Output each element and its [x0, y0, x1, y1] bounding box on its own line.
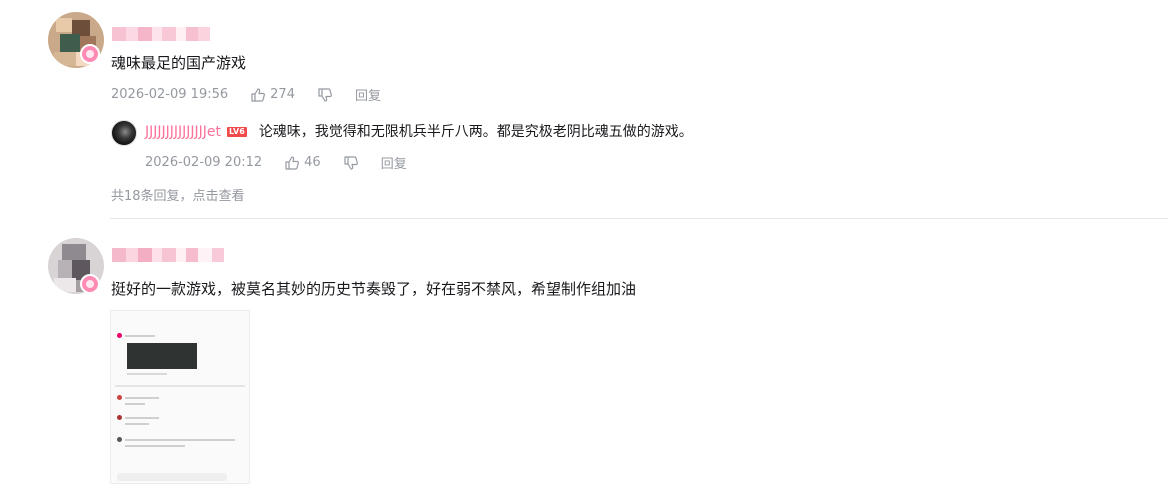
sub-like-count: 46 — [304, 155, 321, 170]
view-more-link[interactable]: 点击查看 — [193, 189, 245, 204]
thumbnail-text-line — [125, 403, 145, 405]
more-replies-count: 共18条回复， — [111, 189, 193, 204]
username-blurred[interactable] — [112, 27, 210, 41]
sub-reply-button[interactable]: 回复 — [381, 153, 407, 172]
sub-reply-username[interactable]: JJJJJJJJJJJJJJJet — [145, 121, 221, 143]
attached-image[interactable] — [110, 310, 250, 484]
comment-divider — [110, 218, 1168, 219]
thumbnail-text-line — [125, 397, 159, 399]
sub-dislike-button[interactable] — [343, 155, 359, 171]
username-blurred[interactable] — [112, 248, 224, 262]
pink-badge-icon — [80, 274, 100, 294]
sub-reply: JJJJJJJJJJJJJJJet LV6 论魂味，我觉得和无限机兵半斤八两。都… — [145, 121, 693, 143]
thumbnail-text-line — [125, 423, 149, 425]
comment-meta: 2026-02-09 19:56 274 回复 — [111, 85, 381, 104]
sub-like-button[interactable]: 46 — [284, 155, 321, 171]
thumbs-up-icon — [284, 155, 300, 171]
thumbnail-text-line — [127, 373, 167, 375]
sub-reply-meta: 2026-02-09 20:12 46 回复 — [145, 153, 407, 172]
thumbnail-avatar — [117, 395, 122, 400]
dislike-button[interactable] — [317, 87, 333, 103]
thumbnail-text-line — [125, 417, 159, 419]
comment-content: 魂味最足的国产游戏 — [111, 54, 247, 72]
sub-reply-time: 2026-02-09 20:12 — [145, 155, 263, 170]
sub-reply-avatar[interactable] — [111, 120, 137, 146]
thumbs-down-icon — [317, 87, 333, 103]
thumbnail-text-line — [115, 385, 245, 387]
thumbs-down-icon — [343, 155, 359, 171]
thumbnail-avatar — [117, 437, 122, 442]
like-count: 274 — [270, 87, 295, 102]
thumbnail-input — [117, 473, 227, 481]
sub-reply-content: 论魂味，我觉得和无限机兵半斤八两。都是究极老阴比魂五做的游戏。 — [258, 124, 693, 140]
thumbnail-text-line — [125, 439, 235, 441]
more-replies: 共18条回复，点击查看 — [111, 185, 245, 204]
thumbs-up-icon — [250, 87, 266, 103]
reply-button[interactable]: 回复 — [355, 85, 381, 104]
thumbnail-image — [127, 343, 197, 369]
thumbnail-text-line — [125, 335, 155, 337]
comment-time: 2026-02-09 19:56 — [111, 87, 229, 102]
thumbnail-avatar — [117, 415, 122, 420]
thumbnail-text-line — [125, 445, 185, 447]
like-button[interactable]: 274 — [250, 87, 295, 103]
level-badge: LV6 — [227, 127, 247, 137]
pink-badge-icon — [80, 44, 100, 64]
comment-content: 挺好的一款游戏，被莫名其妙的历史节奏毁了，好在弱不禁风，希望制作组加油 — [111, 280, 637, 298]
thumbnail-avatar — [117, 333, 122, 338]
